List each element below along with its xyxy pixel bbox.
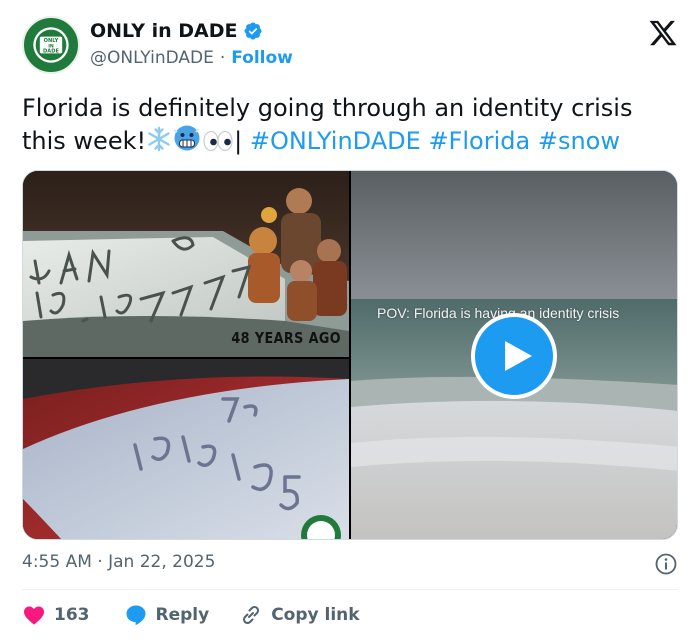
photo-2025-car[interactable] xyxy=(23,359,349,539)
copy-link-label: Copy link xyxy=(271,605,360,625)
tweet-text: Florida is definitely going through an i… xyxy=(22,92,682,160)
timestamp[interactable]: 4:55 AM · Jan 22, 2025 xyxy=(22,552,215,572)
pipe-separator: | xyxy=(234,127,243,155)
tweet-text-line1: Florida is definitely going through an i… xyxy=(22,94,633,122)
divider xyxy=(22,589,678,590)
tweet-text-line2: this week! | #ONLYinDADE #Florida #snow xyxy=(22,124,682,160)
hashtag-snow[interactable]: #snow xyxy=(538,127,620,155)
link-icon xyxy=(243,605,260,625)
reply-button[interactable]: Reply xyxy=(124,603,210,627)
hashtag-onlyindade[interactable]: #ONLYinDADE xyxy=(250,127,421,155)
handle[interactable]: @ONLYinDADE xyxy=(90,48,214,68)
play-button[interactable] xyxy=(471,313,557,399)
separator: · xyxy=(219,48,226,68)
tweet-text-line2-prefix: this week! xyxy=(22,127,147,155)
copy-link-button[interactable]: Copy link xyxy=(239,603,360,627)
video-player[interactable]: POV: Florida is having an identity crisi… xyxy=(351,171,677,539)
x-logo-icon[interactable] xyxy=(648,18,678,48)
actions-bar: 163 Reply Copy link xyxy=(22,602,360,628)
photo-1977-car[interactable]: 48 YEARS AGO xyxy=(23,171,349,357)
eyes-icon xyxy=(202,128,234,160)
follow-button[interactable]: Follow xyxy=(231,48,293,68)
photo-2025-image xyxy=(23,359,349,539)
timestamp-row: 4:55 AM · Jan 22, 2025 xyxy=(22,552,678,578)
avatar[interactable]: ONLY IN DADE xyxy=(22,16,80,74)
play-icon xyxy=(505,341,532,371)
tweet-header: ONLY IN DADE ONLY in DADE @ONLYinDADE · … xyxy=(22,16,682,78)
like-button[interactable]: 163 xyxy=(22,603,90,627)
reply-icon xyxy=(126,605,145,626)
avatar-logo: ONLY IN DADE xyxy=(24,18,78,72)
verified-badge-icon xyxy=(244,22,263,40)
info-icon[interactable] xyxy=(654,552,678,576)
reply-label: Reply xyxy=(155,605,210,625)
svg-text:ONLY: ONLY xyxy=(44,38,59,44)
handle-row: @ONLYinDADE · Follow xyxy=(90,48,293,68)
media-grid: 48 YEARS AGO POV: Florida is having an i… xyxy=(22,170,678,540)
svg-text:DADE: DADE xyxy=(43,48,59,54)
like-count: 163 xyxy=(54,605,90,625)
hashtag-florida[interactable]: #Florida xyxy=(428,127,530,155)
display-name[interactable]: ONLY in DADE xyxy=(90,20,237,42)
snowflake-icon xyxy=(146,126,172,160)
years-ago-label: 48 YEARS AGO xyxy=(231,329,341,347)
cold-face-icon xyxy=(172,124,202,160)
name-row: ONLY in DADE xyxy=(90,20,263,42)
heart-icon xyxy=(24,606,44,625)
